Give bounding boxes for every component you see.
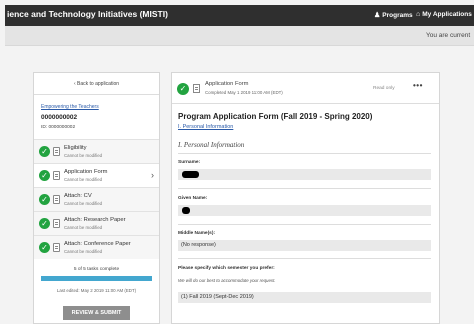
section-link[interactable]: I. Personal Information [178,124,233,130]
divider [178,188,431,189]
status-bar: You are current [5,26,474,46]
task-eligibility[interactable]: ✓ Eligibility Cannot be modified [34,139,159,163]
task-status: Cannot be modified [64,153,103,158]
task-label: Application Form [64,169,108,175]
form-panel-header: ✓ Application Form Completed May 1 2019 … [172,73,439,104]
application-number: 0000000002 [41,114,78,121]
chevron-left-icon: ‹ [73,81,76,87]
nav-my-applications[interactable]: ⌂ My Applications [416,11,472,18]
progress-bar-fill [41,276,152,281]
document-icon [53,147,60,156]
given-name-label: Given Name: [178,196,208,201]
check-circle-icon: ✓ [177,83,189,95]
task-status: Cannot be modified [64,177,103,182]
back-label: Back to application [77,81,120,87]
semester-help: We will do our best to accommodate your … [178,278,276,283]
middle-name-label: Middle Name(s): [178,231,216,236]
form-title: Program Application Form (Fall 2019 - Sp… [178,112,373,121]
task-label: Attach: CV [64,193,92,199]
document-icon [53,219,60,228]
task-sidebar: ‹ Back to application Empowering the Tea… [33,72,160,324]
given-name-field [178,205,431,216]
task-status: Cannot be modified [64,249,103,254]
section-heading: I. Personal Information [178,141,245,149]
document-icon [53,171,60,180]
middle-name-field: (No response) [178,240,431,251]
task-attach-research-paper[interactable]: ✓ Attach: Research Paper Cannot be modif… [34,211,159,235]
task-attach-cv[interactable]: ✓ Attach: CV Cannot be modified [34,187,159,211]
more-icon[interactable]: ••• [413,81,423,90]
progress-bar [41,276,152,281]
form-header-title: Application Form [205,81,249,87]
document-icon [53,195,60,204]
surname-field [178,169,431,180]
divider [178,258,431,259]
status-message: You are current [426,32,471,39]
surname-label: Surname: [178,160,201,165]
redaction [182,207,190,214]
task-label: Eligibility [64,145,87,151]
task-label: Attach: Conference Paper [64,241,131,247]
nav-my-applications-label: My Applications [422,11,472,18]
task-status: Cannot be modified [64,225,103,230]
chevron-right-icon: › [151,170,154,180]
form-header-completed: Completed May 1 2019 11:00 AM (EDT) [205,90,283,95]
task-attach-conference-paper[interactable]: ✓ Attach: Conference Paper Cannot be mod… [34,235,159,259]
nav-programs-label: Programs [382,12,413,19]
redaction [182,171,199,178]
home-icon: ⌂ [416,11,421,18]
check-circle-icon: ✓ [39,170,50,181]
semester-label: Please specify which semester you prefer… [178,266,275,271]
check-circle-icon: ✓ [39,194,50,205]
top-navbar: ience and Technology Initiatives (MISTI)… [5,5,474,26]
task-list: ✓ Eligibility Cannot be modified ✓ Appli… [34,139,159,259]
last-edited: Last edited: May 2 2019 11:00 AM (EDT) [56,288,137,293]
task-application-form[interactable]: ✓ Application Form Cannot be modified › [34,163,159,187]
divider [178,224,431,225]
semester-field: (1) Fall 2019 (Sept-Dec 2019) [178,292,431,303]
application-id: ID: 0000000002 [41,125,76,130]
nav-programs[interactable]: ♟ Programs [374,11,413,19]
check-circle-icon: ✓ [39,218,50,229]
read-only-badge: Read only [373,86,395,91]
review-submit-button[interactable]: REVIEW & SUBMIT [63,306,130,320]
site-title: ience and Technology Initiatives (MISTI) [7,9,168,19]
progress-text: 5 of 5 tasks complete [73,267,120,272]
document-icon [193,84,200,93]
back-to-application-link[interactable]: ‹ Back to application [34,73,159,95]
check-circle-icon: ✓ [39,146,50,157]
check-circle-icon: ✓ [39,242,50,253]
programs-icon: ♟ [374,12,381,19]
task-status: Cannot be modified [64,201,103,206]
document-icon [53,243,60,252]
divider [178,153,431,154]
program-link[interactable]: Empowering the Teachers [41,104,99,110]
task-label: Attach: Research Paper [64,217,126,223]
form-panel: ✓ Application Form Completed May 1 2019 … [171,72,440,324]
